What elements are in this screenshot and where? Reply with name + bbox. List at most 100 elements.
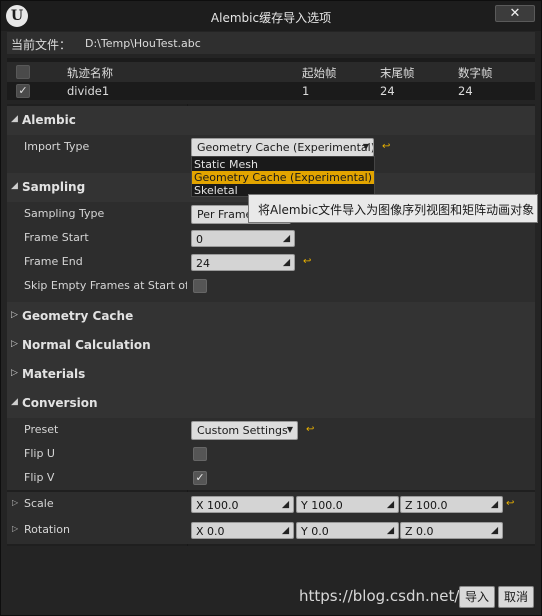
reset-to-default-icon[interactable]: ↩ — [506, 498, 514, 509]
import-type-label: Import Type — [24, 140, 90, 153]
expand-arrow-icon: ▷ — [12, 498, 19, 507]
resize-grip-icon — [490, 500, 499, 509]
resize-grip-icon — [386, 526, 395, 535]
category-materials-title: Materials — [22, 367, 86, 381]
collapse-arrow-icon: ◢ — [11, 397, 18, 407]
property-rotation: ▷ Rotation X 0.0 Y 0.0 Z 0.0 — [7, 518, 535, 544]
sampling-type-label: Sampling Type — [24, 207, 105, 220]
category-conversion-title: Conversion — [22, 396, 98, 410]
property-skip-empty-frames: Skip Empty Frames at Start of A — [7, 274, 535, 298]
rotation-y-input[interactable]: Y 0.0 — [296, 522, 399, 539]
category-geometry-cache[interactable]: ▷ Geometry Cache — [7, 302, 535, 331]
track-end-frame: 24 — [380, 84, 395, 98]
column-header-frame-count: 数字帧 — [458, 66, 493, 80]
expand-arrow-icon: ▷ — [11, 310, 18, 320]
tracks-table-header: 轨迹名称 起始帧 末尾帧 数字帧 — [7, 62, 535, 82]
reset-to-default-icon[interactable]: ↩ — [382, 141, 390, 152]
tracks-table: 轨迹名称 起始帧 末尾帧 数字帧 ✓ divide1 1 24 24 — [7, 58, 535, 100]
rotation-y-value: Y 0.0 — [301, 525, 329, 538]
tooltip: 将Alembic文件导入为图像序列视图和矩阵动画对象 — [248, 194, 538, 223]
category-materials[interactable]: ▷ Materials — [7, 360, 535, 389]
flip-u-checkbox[interactable] — [193, 447, 207, 461]
scale-y-input[interactable]: Y 100.0 — [296, 496, 399, 513]
property-frame-end: Frame End 24 ↩ — [7, 250, 535, 274]
import-type-combo[interactable]: Geometry Cache (Experimental) ▼ — [191, 138, 374, 157]
scale-x-value: X 100.0 — [196, 499, 239, 512]
chevron-down-icon: ▼ — [286, 425, 293, 434]
property-flip-v: Flip V ✓ — [7, 466, 535, 490]
dropdown-option-geometry-cache[interactable]: Geometry Cache (Experimental) — [192, 171, 374, 184]
rotation-z-input[interactable]: Z 0.0 — [400, 522, 503, 539]
resize-grip-icon — [281, 500, 290, 509]
select-all-checkbox[interactable] — [16, 65, 30, 79]
category-normal-calculation[interactable]: ▷ Normal Calculation — [7, 331, 535, 360]
category-alembic[interactable]: ◢ Alembic — [7, 106, 535, 135]
frame-end-input[interactable]: 24 — [191, 254, 295, 271]
category-normal-calculation-title: Normal Calculation — [22, 338, 151, 352]
column-header-track-name: 轨迹名称 — [67, 66, 113, 80]
chevron-down-icon: ▼ — [362, 142, 369, 151]
scale-y-value: Y 100.0 — [301, 499, 343, 512]
close-button[interactable]: ✕ — [495, 5, 535, 22]
expand-arrow-icon: ▷ — [11, 339, 18, 349]
reset-to-default-icon[interactable]: ↩ — [303, 256, 311, 267]
scale-z-value: Z 100.0 — [405, 499, 448, 512]
preset-value: Custom Settings — [197, 424, 288, 437]
flip-v-checkbox[interactable]: ✓ — [193, 471, 207, 485]
table-row[interactable]: ✓ divide1 1 24 24 — [7, 82, 535, 100]
frame-start-label: Frame Start — [24, 231, 89, 244]
track-start-frame: 1 — [302, 84, 310, 98]
reset-to-default-icon[interactable]: ↩ — [306, 424, 314, 435]
track-frame-count: 24 — [458, 84, 473, 98]
property-scale: ▷ Scale X 100.0 Y 100.0 Z 100.0 ↩ — [7, 492, 535, 518]
resize-grip-icon — [386, 500, 395, 509]
rotation-x-input[interactable]: X 0.0 — [191, 522, 294, 539]
category-conversion[interactable]: ◢ Conversion — [7, 389, 535, 418]
resize-grip-icon — [490, 526, 499, 535]
frame-start-input[interactable]: 0 — [191, 230, 295, 247]
rotation-x-value: X 0.0 — [196, 525, 225, 538]
property-preset: Preset Custom Settings ▼ ↩ — [7, 418, 535, 442]
resize-grip-icon — [282, 258, 291, 267]
track-name: divide1 — [67, 84, 110, 98]
property-frame-start: Frame Start 0 — [7, 226, 535, 250]
column-header-start-frame: 起始帧 — [302, 66, 337, 80]
frame-end-label: Frame End — [24, 255, 83, 268]
scale-label: Scale — [24, 497, 54, 510]
preset-combo[interactable]: Custom Settings ▼ — [191, 421, 298, 440]
category-geometry-cache-title: Geometry Cache — [22, 309, 134, 323]
category-alembic-title: Alembic — [22, 113, 76, 127]
skip-empty-frames-label: Skip Empty Frames at Start of A — [24, 279, 187, 292]
current-file-path: D:\Temp\HouTest.abc — [85, 37, 201, 50]
flip-u-label: Flip U — [24, 447, 55, 460]
import-type-value: Geometry Cache (Experimental) — [197, 141, 374, 154]
scale-z-input[interactable]: Z 100.0 — [400, 496, 503, 513]
rotation-label: Rotation — [24, 523, 71, 536]
collapse-arrow-icon: ◢ — [11, 181, 18, 191]
category-sampling-title: Sampling — [22, 180, 86, 194]
property-flip-u: Flip U — [7, 442, 535, 466]
track-checkbox[interactable]: ✓ — [16, 84, 30, 98]
watermark-text: https://blog.csdn.net/u0 — [299, 587, 479, 605]
dialog-title: Alembic缓存导入选项 — [210, 11, 332, 25]
expand-arrow-icon: ▷ — [12, 524, 19, 533]
title-bar[interactable]: U Alembic缓存导入选项 ✕ — [1, 1, 541, 31]
resize-grip-icon — [281, 526, 290, 535]
expand-arrow-icon: ▷ — [11, 368, 18, 378]
preset-label: Preset — [24, 423, 59, 436]
import-type-dropdown-list: Static Mesh Geometry Cache (Experimental… — [191, 156, 375, 197]
flip-v-label: Flip V — [24, 471, 55, 484]
current-file-label: 当前文件： — [11, 38, 72, 52]
frame-end-value: 24 — [196, 257, 210, 270]
cancel-button[interactable]: 取消 — [498, 586, 534, 608]
column-header-end-frame: 末尾帧 — [380, 66, 415, 80]
rotation-z-value: Z 0.0 — [405, 525, 434, 538]
current-file-bar: 当前文件： D:\Temp\HouTest.abc — [7, 32, 535, 54]
alembic-import-dialog: U Alembic缓存导入选项 ✕ 当前文件： D:\Temp\HouTest.… — [0, 0, 542, 616]
dropdown-option-static-mesh[interactable]: Static Mesh — [192, 158, 374, 171]
collapse-arrow-icon: ◢ — [11, 114, 18, 124]
skip-empty-frames-checkbox[interactable] — [193, 279, 207, 293]
scale-x-input[interactable]: X 100.0 — [191, 496, 294, 513]
import-button[interactable]: 导入 — [459, 586, 495, 608]
resize-grip-icon — [282, 234, 291, 243]
